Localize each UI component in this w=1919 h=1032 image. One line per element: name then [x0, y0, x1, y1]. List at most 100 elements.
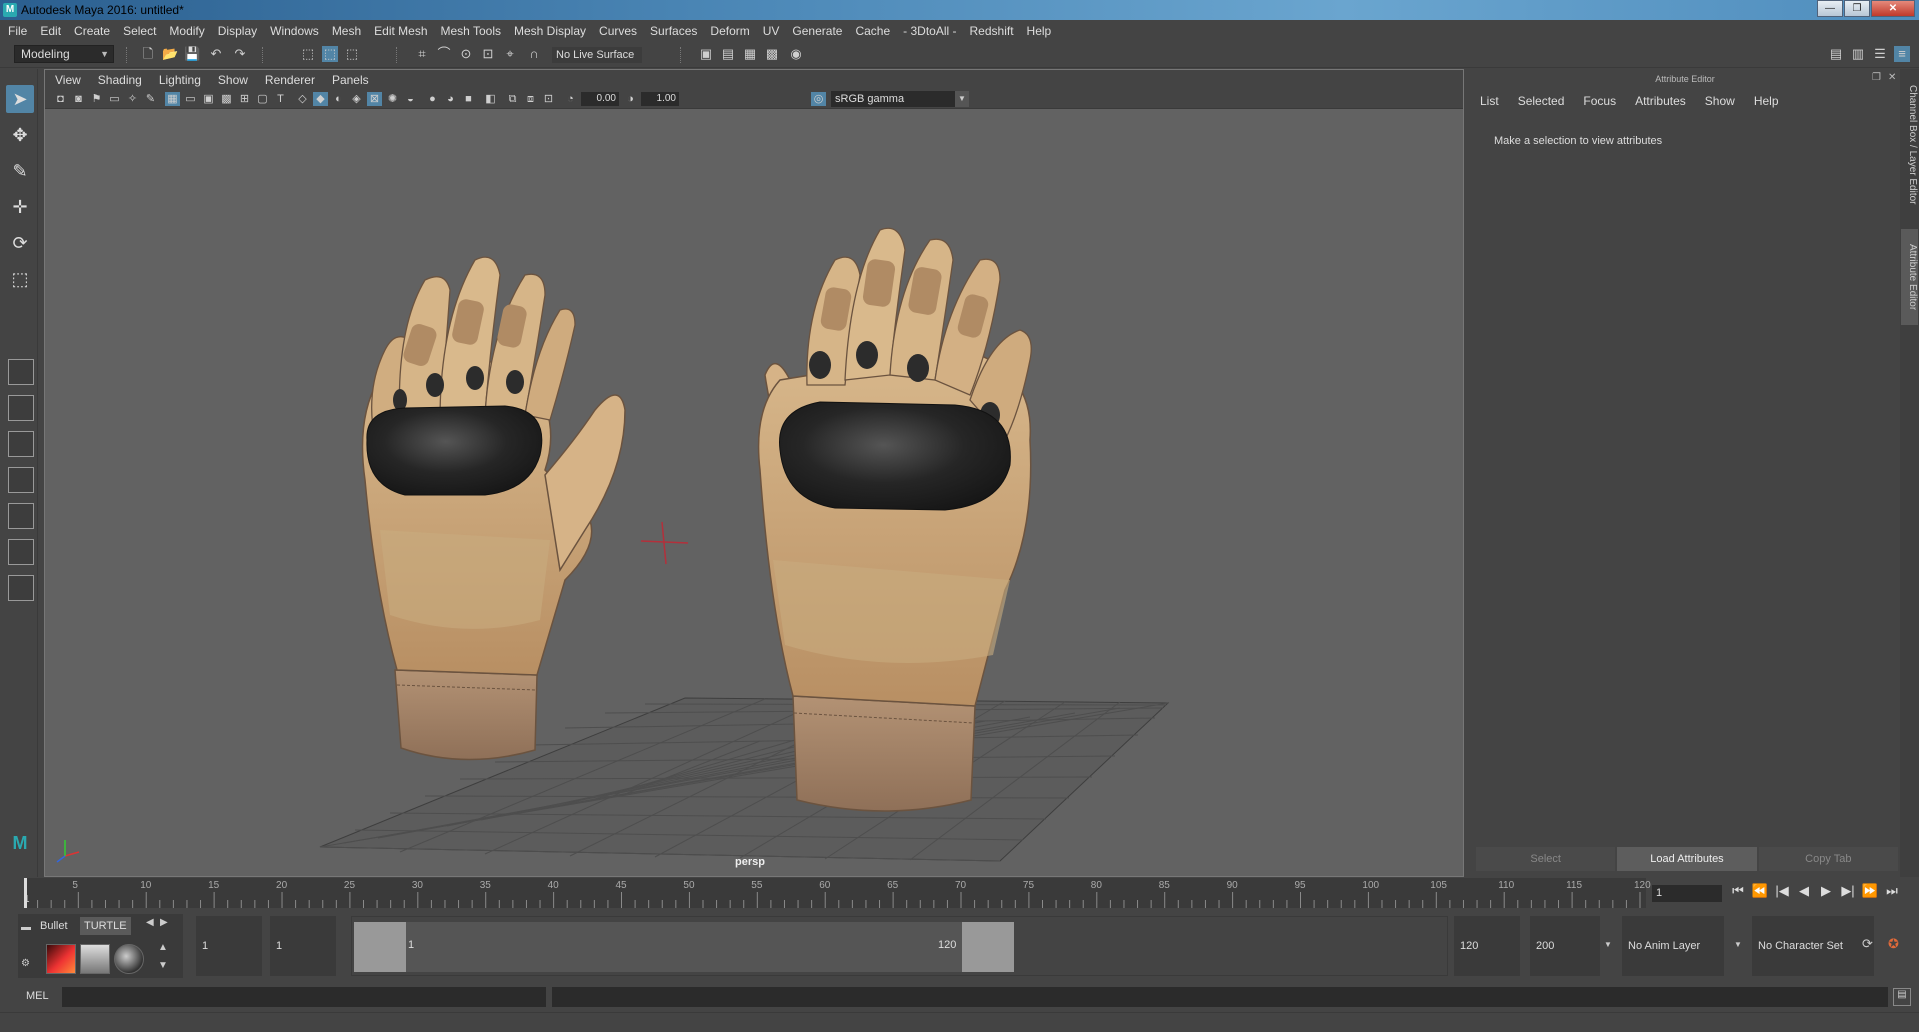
snap-view-plane-icon[interactable]: ⊡ [480, 46, 496, 62]
ae-menu-help[interactable]: Help [1754, 94, 1779, 108]
shadows-icon[interactable]: ◒ [403, 92, 418, 106]
move-tool-icon[interactable]: ✛ [6, 193, 34, 221]
grid-toggle-icon[interactable]: ▦ [165, 92, 180, 106]
render-settings-icon[interactable]: ▩ [764, 46, 780, 62]
start-time-field[interactable]: 1 [196, 916, 262, 976]
animation-prefs-icon[interactable]: ✪ [1888, 936, 1899, 952]
playback-start-field[interactable]: 1 [270, 916, 336, 976]
four-pane-layout-icon[interactable] [8, 395, 34, 421]
tool-settings-icon[interactable]: ☰ [1872, 46, 1888, 62]
xray-icon[interactable]: ⧈ [523, 92, 538, 106]
menu-file[interactable]: File [8, 24, 27, 38]
gamma-icon[interactable]: ◑ [623, 92, 638, 106]
grease-pencil-icon[interactable]: ✎ [143, 92, 158, 106]
menu-create[interactable]: Create [74, 24, 110, 38]
bookmark-icon[interactable]: ⚑ [89, 92, 104, 106]
hypershade-layout-icon[interactable] [8, 539, 34, 565]
script-editor-icon[interactable]: ▤ [1893, 988, 1911, 1006]
panel-menu-lighting[interactable]: Lighting [159, 73, 201, 87]
time-slider-track[interactable]: 1 5 10 15 20 25 30 35 40 45 50 55 60 65 70 75 80 85 90 95 1… [23, 878, 1651, 908]
scene-canvas[interactable] [45, 110, 1463, 876]
select-component-icon[interactable]: ⬚ [344, 46, 360, 62]
snap-point-icon[interactable]: ⊙ [458, 46, 474, 62]
ae-menu-list[interactable]: List [1480, 94, 1499, 108]
persp-graph-layout-icon[interactable] [8, 503, 34, 529]
menu-generate[interactable]: Generate [792, 24, 842, 38]
shelf-scroll-right-icon[interactable]: ▶ [160, 917, 168, 928]
menu-mesh-tools[interactable]: Mesh Tools [441, 24, 501, 38]
menu-edit-mesh[interactable]: Edit Mesh [374, 24, 427, 38]
play-backward-icon[interactable]: ◀ [1793, 883, 1815, 899]
step-back-frame-icon[interactable]: |◀ [1771, 883, 1793, 899]
step-back-key-icon[interactable]: ⏪ [1749, 883, 1771, 899]
paint-select-tool-icon[interactable]: ✎ [6, 157, 34, 185]
step-forward-frame-icon[interactable]: ▶| [1837, 883, 1859, 899]
open-scene-icon[interactable]: 📂 [162, 46, 178, 62]
outliner-icon[interactable]: ▤ [1828, 46, 1844, 62]
menu-surfaces[interactable]: Surfaces [650, 24, 697, 38]
workspace-icon[interactable]: ▥ [1850, 46, 1866, 62]
menu-uv[interactable]: UV [763, 24, 780, 38]
gate-mask-icon[interactable]: ▩ [219, 92, 234, 106]
redo-icon[interactable]: ↷ [232, 46, 248, 62]
custom-layout-icon[interactable] [8, 575, 34, 601]
default-material-icon[interactable]: ◐ [331, 92, 346, 106]
magnet-icon[interactable]: ∩ [526, 46, 542, 62]
close-panel-icon[interactable]: ✕ [1888, 72, 1896, 83]
snap-grid-icon[interactable]: ⌗ [414, 46, 430, 62]
channel-box-icon[interactable]: ≡ [1894, 46, 1910, 62]
panel-menu-renderer[interactable]: Renderer [265, 73, 315, 87]
persp-outliner-layout-icon[interactable] [8, 467, 34, 493]
new-scene-icon[interactable]: 🗋 [140, 46, 156, 62]
shelf-menu-icon[interactable]: ▬ [21, 922, 31, 933]
resolution-gate-icon[interactable]: ▣ [201, 92, 216, 106]
ae-menu-selected[interactable]: Selected [1518, 94, 1565, 108]
camera-attributes-icon[interactable]: ◙ [71, 92, 86, 106]
close-button[interactable]: ✕ [1871, 0, 1915, 17]
go-to-end-icon[interactable]: ⏭ [1881, 883, 1903, 899]
scale-tool-icon[interactable]: ⬚ [6, 265, 34, 293]
panel-menu-shading[interactable]: Shading [98, 73, 142, 87]
range-end-handle[interactable] [962, 922, 1014, 972]
save-scene-icon[interactable]: 💾 [184, 46, 200, 62]
turtle-render-icon[interactable] [46, 944, 76, 974]
viewport-persp[interactable]: View Shading Lighting Show Renderer Pane… [44, 69, 1464, 877]
shelf-up-icon[interactable]: ▲ [158, 942, 168, 953]
view-transform-dropdown[interactable]: sRGB gamma ▼ [831, 91, 969, 107]
menu-mesh-display[interactable]: Mesh Display [514, 24, 586, 38]
shelf-options-icon[interactable]: ⚙ [21, 958, 30, 969]
wireframe-icon[interactable]: ◇ [295, 92, 310, 106]
single-pane-layout-icon[interactable] [8, 359, 34, 385]
isolate-select-icon[interactable]: ⧉ [505, 92, 520, 106]
ae-menu-focus[interactable]: Focus [1583, 94, 1616, 108]
rotate-tool-icon[interactable]: ⟳ [6, 229, 34, 257]
end-time-field[interactable]: 200 [1530, 916, 1600, 976]
shelf-tab-turtle[interactable]: TURTLE [80, 917, 131, 935]
menu-deform[interactable]: Deform [710, 24, 749, 38]
panel-menu-panels[interactable]: Panels [332, 73, 369, 87]
camera-select-icon[interactable]: ◘ [53, 92, 68, 106]
2d-pan-zoom-icon[interactable]: ✧ [125, 92, 140, 106]
load-attributes-button[interactable]: Load Attributes [1617, 847, 1757, 871]
menu-redshift[interactable]: Redshift [970, 24, 1014, 38]
bake-settings-icon[interactable] [80, 944, 110, 974]
render-current-icon[interactable]: ▤ [720, 46, 736, 62]
ae-menu-show[interactable]: Show [1705, 94, 1735, 108]
film-gate-icon[interactable]: ▭ [183, 92, 198, 106]
safe-title-icon[interactable]: T [273, 92, 288, 106]
field-chart-icon[interactable]: ⊞ [237, 92, 252, 106]
smooth-shade-icon[interactable]: ◆ [313, 92, 328, 106]
render-view-icon[interactable]: ▣ [698, 46, 714, 62]
xray-joints-icon[interactable]: ⊡ [541, 92, 556, 106]
current-frame-field[interactable]: 1 [1652, 885, 1722, 902]
menu-mesh[interactable]: Mesh [332, 24, 361, 38]
menu-display[interactable]: Display [218, 24, 257, 38]
anim-layer-dropdown[interactable]: No Anim Layer [1622, 916, 1724, 976]
color-management-icon[interactable]: ◎ [811, 92, 826, 106]
menu-3dtoall[interactable]: - 3DtoAll - [903, 24, 956, 38]
menuset-dropdown[interactable]: Modeling ▼ [14, 45, 114, 63]
panel-menu-show[interactable]: Show [218, 73, 248, 87]
ae-menu-attributes[interactable]: Attributes [1635, 94, 1686, 108]
character-set-dropdown[interactable]: No Character Set [1752, 916, 1874, 976]
shelf-tab-bullet[interactable]: Bullet [36, 917, 72, 935]
